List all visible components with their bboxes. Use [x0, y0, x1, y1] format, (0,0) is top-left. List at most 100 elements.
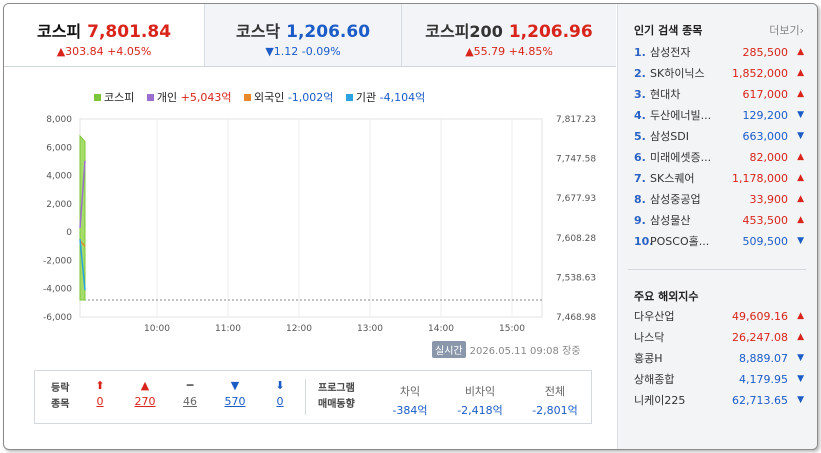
rank: 10. — [634, 235, 654, 248]
x-tick-label: 14:00 — [428, 324, 454, 334]
program-total: 전체 -2,801억 — [532, 385, 578, 417]
rank: 1. — [634, 46, 646, 59]
rank: 7. — [634, 172, 646, 185]
left-axis-label: 4,000 — [46, 172, 72, 182]
tab-kosdaq[interactable]: 코스닥 1,206.60 ▼1.12 -0.09% — [204, 4, 402, 66]
up-arrow-icon: ▲ — [797, 194, 804, 204]
overseas-list: 다우산업 49,609.16 ▲ 나스닥 26,247.08 ▲ 홍콩H 8,889.07 ▼ 상… — [634, 306, 810, 411]
stock-price: 453,500 — [742, 214, 789, 227]
index-price: 8,889.07 — [739, 352, 788, 365]
flat-icon: ━ — [186, 379, 194, 392]
index-price: 26,247.08 — [732, 331, 788, 344]
stock-price: 663,000 — [742, 130, 789, 143]
popular-item[interactable]: 8. 삼성중공업 33,900 ▲ — [634, 189, 810, 210]
left-axis-label: 6,000 — [46, 143, 72, 153]
popular-list: 1. 삼성전자 285,500 ▲ 2. SK하이닉스 1,852,000 ▲ 3. 현대차 617… — [634, 42, 810, 252]
index-name: 코스닥 — [235, 22, 281, 41]
advance-decline-label: 등락 종목 — [51, 383, 70, 410]
legend-institution[interactable]: 기관 -4,104억 — [345, 91, 425, 104]
overseas-item[interactable]: 홍콩H 8,889.07 ▼ — [634, 348, 810, 369]
stock-name: 삼성물산 — [650, 214, 691, 227]
divider — [628, 269, 806, 270]
popular-item[interactable]: 2. SK하이닉스 1,852,000 ▲ — [634, 63, 810, 84]
index-name: 홍콩H — [634, 352, 663, 365]
stock-price: 82,000 — [749, 151, 789, 164]
up-arrow-icon: ▲ — [797, 68, 804, 78]
limit-up-icon: ⬆ — [95, 379, 105, 392]
count-flat[interactable]: ━ 46 — [175, 379, 205, 408]
stock-name: POSCO홀... — [650, 235, 710, 248]
tab-kospi[interactable]: 코스피 7,801.84 ▲303.84 +4.05% — [4, 4, 204, 66]
down-arrow-icon: ▼ — [797, 353, 804, 363]
legend-kospi[interactable]: 코스피 — [94, 91, 134, 104]
chart-legend: 코스피 개인 +5,043억 외국인 -1,002억 기관 -4,104억 — [94, 89, 434, 105]
down-arrow-icon: ▼ — [797, 395, 804, 405]
index-price: 4,179.95 — [739, 373, 788, 386]
popular-item[interactable]: 5. 삼성SDI 663,000 ▼ — [634, 126, 810, 147]
intraday-chart: 코스피 개인 +5,043억 외국인 -1,002억 기관 -4,104억 10… — [12, 84, 612, 364]
popular-title: 인기 검색 종목 — [634, 24, 703, 37]
left-axis-label: 0 — [66, 228, 72, 238]
overseas-title: 주요 해외지수 — [634, 290, 699, 303]
market-status: 장중 — [562, 346, 581, 357]
right-axis-label: 7,608.28 — [556, 234, 596, 244]
rank: 3. — [634, 88, 646, 101]
popular-item[interactable]: 3. 현대차 617,000 ▲ — [634, 84, 810, 105]
more-link[interactable]: 더보기› — [769, 22, 804, 38]
overseas-item[interactable]: 니케이225 62,713.65 ▼ — [634, 390, 810, 411]
index-value: 1,206.60 — [286, 22, 371, 42]
count-upper-limit[interactable]: ⬆ 0 — [85, 379, 115, 408]
x-tick-label: 12:00 — [286, 324, 312, 334]
up-arrow-icon: ▲ — [797, 152, 804, 162]
popular-item[interactable]: 7. SK스퀘어 1,178,000 ▲ — [634, 168, 810, 189]
overseas-item[interactable]: 상해종합 4,179.95 ▼ — [634, 369, 810, 390]
left-axis-label: -6,000 — [43, 313, 72, 323]
rank: 2. — [634, 67, 646, 80]
up-arrow-icon: ▲ — [797, 89, 804, 99]
stock-price: 129,200 — [742, 109, 789, 122]
index-name: 코스피 — [36, 22, 82, 41]
chart-timestamp: 실시간 2026.05.11 09:08 장중 — [432, 341, 580, 358]
popular-item[interactable]: 10.POSCO홀... 509,500 ▼ — [634, 231, 810, 252]
index-change: ▲303.84 +4.05% — [56, 45, 152, 58]
x-tick-label: 13:00 — [357, 324, 383, 334]
popular-item[interactable]: 1. 삼성전자 285,500 ▲ — [634, 42, 810, 63]
down-arrow-icon: ▼ — [797, 236, 804, 246]
rank: 4. — [634, 109, 646, 122]
count-lower-limit[interactable]: ⬇ 0 — [265, 379, 295, 408]
overseas-item[interactable]: 나스닥 26,247.08 ▲ — [634, 327, 810, 348]
index-change: ▲55.79 +4.85% — [465, 45, 553, 58]
rank: 9. — [634, 214, 646, 227]
legend-foreign[interactable]: 외국인 -1,002억 — [243, 91, 333, 104]
index-name: 나스닥 — [634, 331, 665, 344]
count-fall[interactable]: ▼ 570 — [220, 379, 250, 408]
index-name: 니케이225 — [634, 394, 686, 407]
index-name: 다우산업 — [634, 310, 675, 323]
program-trading-label: 프로그램 매매동향 — [318, 383, 355, 410]
popular-item[interactable]: 4. 두산에너빌... 129,200 ▼ — [634, 105, 810, 126]
index-tabs: 코스피 7,801.84 ▲303.84 +4.05% 코스닥 1,206.60 ▼… — [4, 4, 616, 67]
popular-item[interactable]: 6. 미래에셋증... 82,000 ▲ — [634, 147, 810, 168]
chevron-right-icon: › — [799, 24, 804, 37]
overseas-item[interactable]: 다우산업 49,609.16 ▲ — [634, 306, 810, 327]
stock-name: 삼성전자 — [650, 46, 691, 59]
down-arrow-icon: ▼ — [230, 379, 240, 392]
market-stats: 등락 종목 ⬆ 0 ▲ 270 ━ 46 ▼ 570 ⬇ 0 프로그램 매매동향 차익 -384… — [34, 370, 592, 424]
market-widget: 코스피 7,801.84 ▲303.84 +4.05% 코스닥 1,206.60 ▼… — [3, 3, 818, 450]
up-arrow-icon: ▲ — [140, 379, 150, 392]
index-price: 62,713.65 — [732, 394, 788, 407]
right-axis-label: 7,747.58 — [556, 155, 596, 165]
up-arrow-icon: ▲ — [797, 47, 804, 57]
popular-item[interactable]: 9. 삼성물산 453,500 ▲ — [634, 210, 810, 231]
legend-individual[interactable]: 개인 +5,043억 — [146, 91, 231, 104]
tab-kospi200[interactable]: 코스피200 1,206.96 ▲55.79 +4.85% — [402, 4, 616, 66]
x-tick-label: 10:00 — [144, 324, 170, 334]
divider — [305, 379, 306, 415]
index-name: 상해종합 — [634, 373, 675, 386]
count-rise[interactable]: ▲ 270 — [130, 379, 160, 408]
x-tick-label: 15:00 — [499, 324, 525, 334]
plot-area — [79, 118, 543, 318]
index-change: ▼1.12 -0.09% — [265, 45, 341, 58]
right-axis-label: 7,538.63 — [556, 273, 596, 283]
sidebar: 인기 검색 종목 더보기› 1. 삼성전자 285,500 ▲ 2. SK하이닉스 1,85… — [617, 4, 817, 449]
